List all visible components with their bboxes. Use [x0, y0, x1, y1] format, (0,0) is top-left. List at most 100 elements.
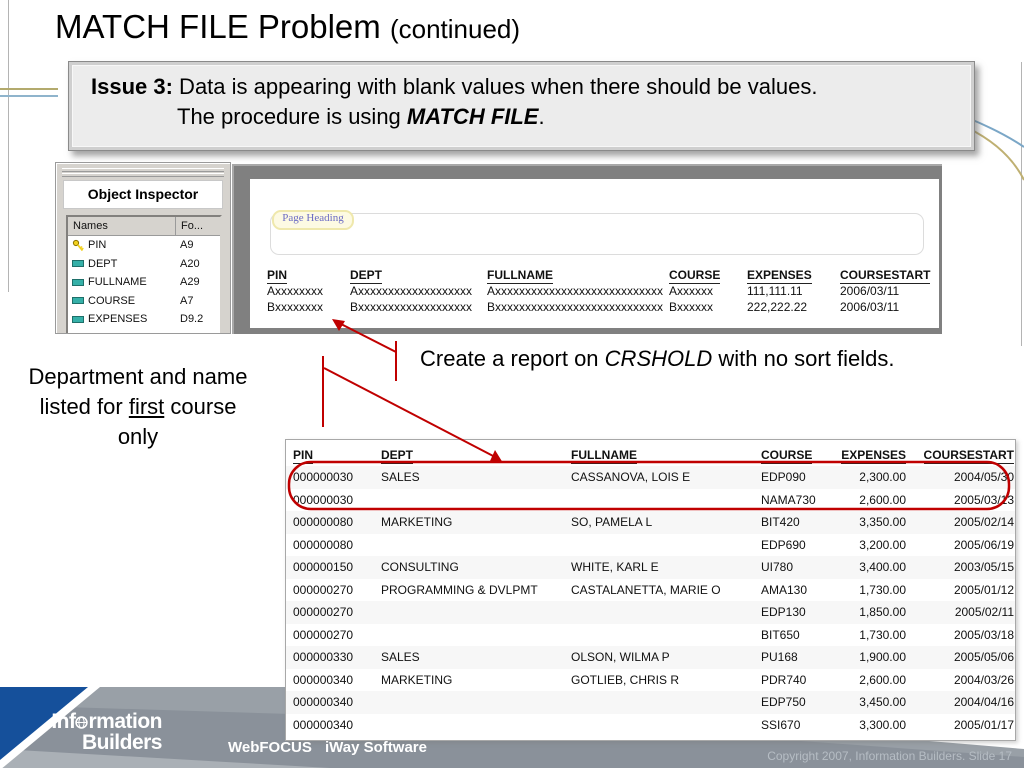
- table-cell: SALES: [381, 650, 420, 665]
- table-cell: 3,200.00: [859, 537, 906, 552]
- table-cell: PU168: [761, 650, 798, 665]
- table-cell: 1,730.00: [859, 582, 906, 597]
- field-name: DEPT: [88, 257, 118, 270]
- create-note-prefix: Create a report on: [420, 346, 605, 371]
- table-cell: SO, PAMELA L: [571, 515, 653, 530]
- column-header-label: PIN: [293, 447, 314, 464]
- table-cell: 2005/03/13: [953, 492, 1014, 507]
- left-border-line: [8, 0, 9, 292]
- object-inspector-panel: Object Inspector Names Fo... PIN A9 DEPT A2…: [55, 162, 231, 334]
- table-cell: 1,730.00: [859, 627, 906, 642]
- table-cell: 2005/01/17: [953, 717, 1014, 732]
- table-cell: CASTALANETTA, MARIE O: [571, 582, 721, 597]
- table-cell: 3,400.00: [859, 560, 906, 575]
- field-format: A9: [180, 239, 194, 252]
- report-output-table: PIN DEPT FULLNAME COURSE EXPENSES COURSESTART…: [285, 439, 1016, 741]
- table-cell: 000000080: [293, 537, 354, 552]
- report-data-row: 000000030 NAMA730 2,600.00 2005/03/13: [286, 489, 1015, 512]
- column-header: EXPENSES: [836, 447, 906, 464]
- column-header-label: EXPENSES: [841, 447, 906, 464]
- slide: MATCH FILE Problem (continued) Issue 3: …: [0, 0, 1024, 768]
- table-cell: 2004/03/26: [953, 672, 1014, 687]
- field-name: FULLNAME: [88, 276, 147, 289]
- create-report-note: Create a report on CRSHOLD with no sort …: [420, 346, 894, 372]
- table-cell: 000000270: [293, 605, 354, 620]
- webfocus-label: WebFOCUS: [228, 739, 312, 756]
- column-header: COURSESTART: [906, 447, 1014, 464]
- table-cell: GOTLIEB, CHRIS R: [571, 672, 680, 687]
- table-cell: Axxxxxx: [669, 284, 714, 298]
- column-header: COURSE: [761, 447, 836, 464]
- report-data-row: 000000270 BIT650 1,730.00 2005/03/18: [286, 624, 1015, 647]
- table-cell: NAMA730: [761, 492, 816, 507]
- table-cell: CONSULTING: [381, 560, 459, 575]
- table-cell: 2003/05/15: [953, 560, 1014, 575]
- table-cell: BIT420: [761, 515, 800, 530]
- table-cell: Bxxxxxxxxxxxxxxxxxxx: [350, 300, 473, 314]
- table-cell: Axxxxxxxxxxxxxxxxxxx: [350, 284, 473, 298]
- report-data-row: 000000270 EDP130 1,850.00 2005/02/11: [286, 601, 1015, 624]
- field-icon: [68, 297, 88, 305]
- panel-grip: [62, 168, 224, 172]
- preview-data-row: Axxxxxxxx Axxxxxxxxxxxxxxxxxxx Axxxxxxxxxx…: [267, 283, 939, 299]
- issue-line2-emphasis: MATCH FILE: [406, 104, 539, 129]
- table-cell: Axxxxxxxx: [267, 284, 324, 298]
- table-cell: 2005/02/14: [953, 515, 1014, 530]
- table-cell: EDP690: [761, 537, 806, 552]
- column-header-label: FULLNAME: [487, 268, 553, 284]
- column-header-label: COURSESTART: [923, 447, 1014, 464]
- table-cell: 1,900.00: [859, 650, 906, 665]
- field-list: Names Fo... PIN A9 DEPT A20 FULLNAME A29 COURS…: [66, 215, 222, 333]
- table-cell: Bxxxxxxxxxxxxxxxxxxxxxxxxxxxx: [487, 300, 664, 314]
- logo-line2: Builders: [81, 731, 163, 754]
- table-cell: 3,300.00: [859, 717, 906, 732]
- issue-text-line1: Issue 3: Data is appearing with blank va…: [91, 74, 817, 100]
- key-icon: [68, 239, 88, 252]
- table-cell: CASSANOVA, LOIS E: [571, 470, 691, 485]
- field-format: A20: [180, 257, 200, 270]
- report-data-row: 000000270 PROGRAMMING & DVLPMT CASTALANETT…: [286, 579, 1015, 602]
- field-format: D9.2: [180, 313, 204, 326]
- table-cell: SSI670: [761, 717, 801, 732]
- table-cell: 000000270: [293, 627, 354, 642]
- table-header-row: PIN DEPT FULLNAME COURSE EXPENSES COURSESTART: [267, 267, 940, 284]
- logo-inf: Inf: [51, 710, 76, 733]
- field-icon: [68, 278, 88, 286]
- column-header-label: COURSESTART: [840, 268, 931, 284]
- department-note-line2: listed for first course only: [18, 392, 258, 452]
- table-cell: 2005/01/12: [953, 582, 1014, 597]
- field-name: PIN: [88, 239, 107, 252]
- title-continued: (continued): [389, 14, 521, 44]
- table-cell: 000000330: [293, 650, 354, 665]
- table-cell: MARKETING: [381, 515, 453, 530]
- table-cell: 2005/05/06: [953, 650, 1014, 665]
- table-cell: 2006/03/11: [840, 300, 900, 314]
- table-cell: 2,600.00: [859, 492, 906, 507]
- table-cell: WHITE, KARL E: [571, 560, 659, 575]
- panel-grip: [62, 173, 224, 177]
- globe-icon: [75, 713, 89, 733]
- preview-data-row: Bxxxxxxxx Bxxxxxxxxxxxxxxxxxxx Bxxxxxxxxxx…: [267, 299, 939, 315]
- column-header: COURSESTART: [840, 267, 940, 284]
- field-rows: PIN A9 DEPT A20 FULLNAME A29 COURSE A7 EXPENSES D…: [68, 236, 220, 329]
- table-cell: 3,450.00: [859, 695, 906, 710]
- table-cell: 000000150: [293, 560, 354, 575]
- object-inspector-title: Object Inspector: [63, 180, 223, 209]
- report-data-row: 000000030 SALES CASSANOVA, LOIS E EDP090 2,3…: [286, 466, 1015, 489]
- report-data-row: 000000080 EDP690 3,200.00 2005/06/19: [286, 534, 1015, 557]
- table-cell: PDR740: [761, 672, 807, 687]
- column-header: FULLNAME: [487, 267, 669, 284]
- field-format: A29: [180, 276, 200, 289]
- table-cell: 000000340: [293, 695, 354, 710]
- table-cell: 2,600.00: [859, 672, 906, 687]
- report-table-body: PIN DEPT FULLNAME COURSE EXPENSES COURSESTART…: [286, 440, 1015, 740]
- olive-accent-line: [0, 88, 58, 90]
- logo-line1: Inf rmation: [38, 710, 162, 733]
- issue-line2-suffix: .: [538, 104, 545, 129]
- table-header-row: PIN DEPT FULLNAME COURSE EXPENSES COURSESTART: [286, 443, 1015, 466]
- column-header-label: FULLNAME: [571, 447, 637, 464]
- table-cell: SALES: [381, 470, 420, 485]
- table-cell: 2006/03/11: [840, 284, 900, 298]
- column-names: Names: [68, 217, 176, 235]
- issue-line1-rest: Data is appearing with blank values when…: [172, 74, 818, 99]
